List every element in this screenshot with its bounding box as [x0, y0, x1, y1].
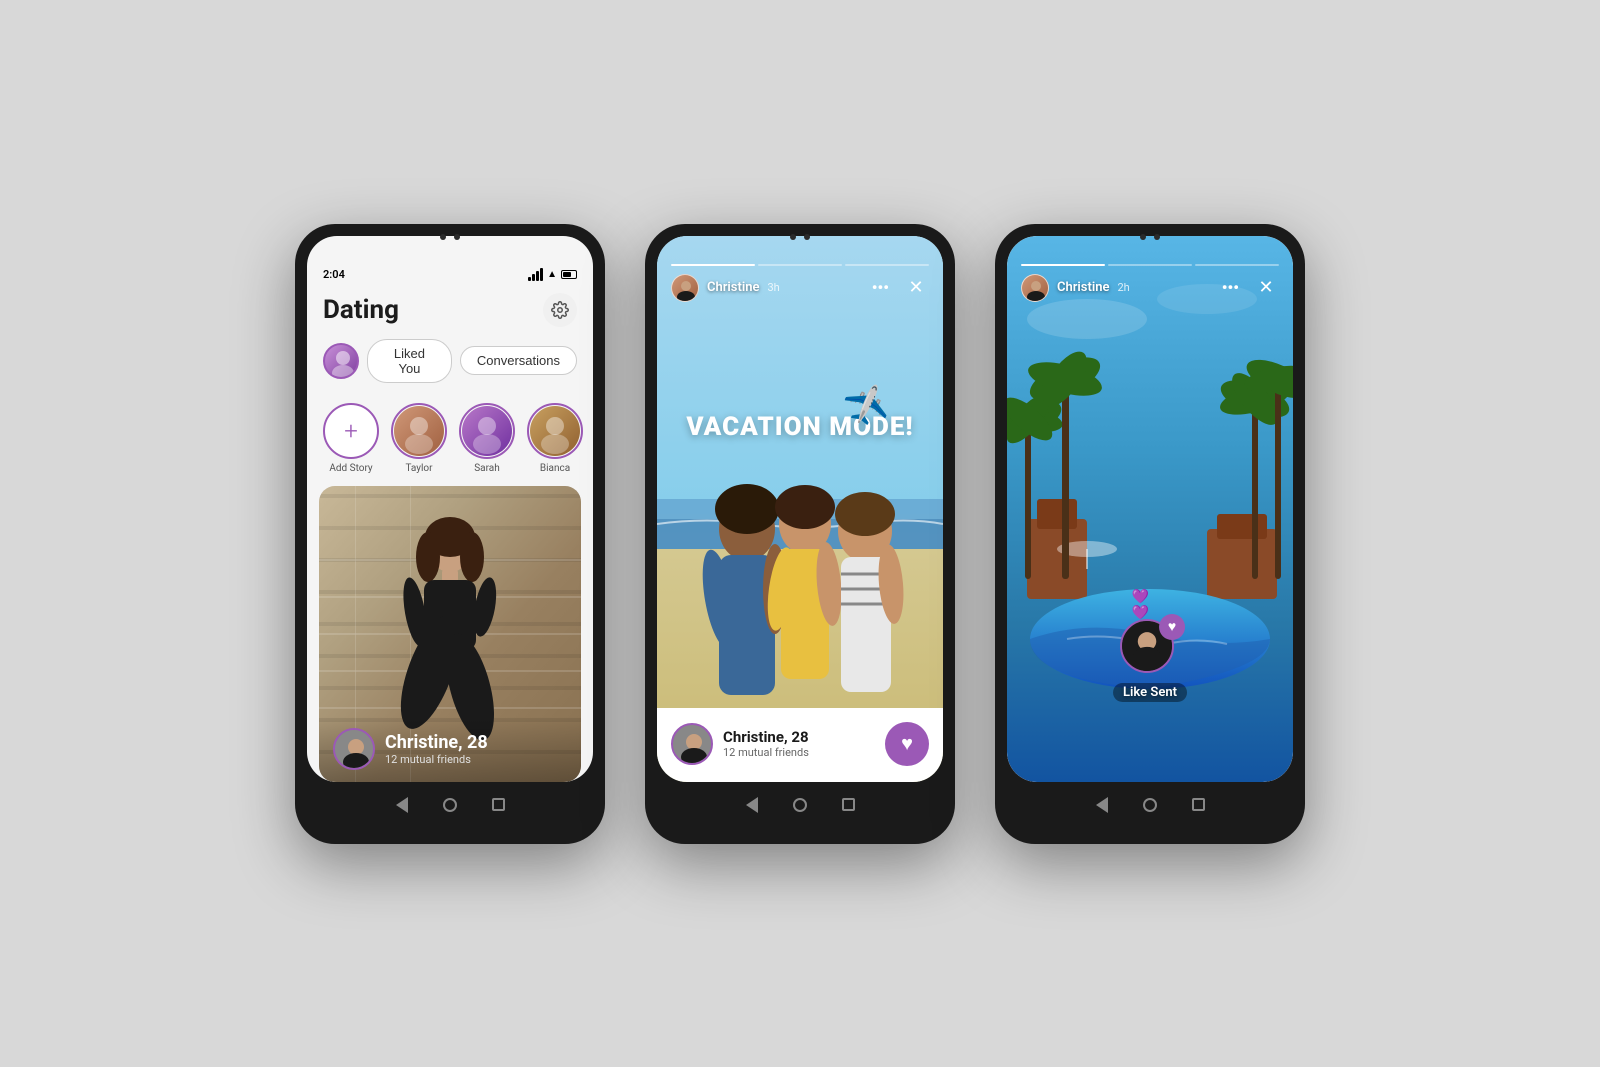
story-avatar-img: [394, 406, 444, 456]
dating-app-screen: 2:04 ▲ Dating: [307, 236, 593, 782]
phone1-bottom-nav: [307, 782, 593, 832]
progress-bar-pending-3: [1195, 264, 1279, 266]
profile-card[interactable]: Christine, 28 12 mutual friends: [319, 486, 581, 782]
add-story-circle[interactable]: +: [323, 403, 379, 459]
dating-title: Dating: [323, 295, 399, 325]
home-button-2[interactable]: [791, 796, 809, 814]
story-item-sarah[interactable]: Sarah: [459, 403, 515, 474]
progress-bar-done-3: [1021, 264, 1105, 266]
phone-1: 2:04 ▲ Dating: [295, 224, 605, 844]
like-button-2[interactable]: ♥: [885, 722, 929, 766]
story-top-bar-3: Christine 2h ••• ✕: [1007, 236, 1293, 272]
story-time-3: 2h: [1118, 281, 1130, 294]
filter-row: Liked You Conversations: [307, 335, 593, 395]
progress-bars-3: Christine 2h ••• ✕: [1021, 264, 1279, 302]
phone2-screen: Christine 3h ••• ✕ VACATION MODE! ✈️: [657, 236, 943, 782]
add-story-item[interactable]: + Add Story: [323, 403, 379, 474]
profile-mutual: 12 mutual friends: [385, 753, 488, 766]
profile-name-2: Christine, 28: [723, 728, 809, 746]
wifi-icon: ▲: [547, 269, 557, 280]
recents-button-2[interactable]: [839, 796, 857, 814]
story-username-2: Christine: [707, 280, 760, 295]
story-menu-button[interactable]: •••: [866, 278, 895, 297]
progress-bars: Christine 3h ••• ✕: [671, 264, 929, 302]
progress-bar-pending-3: [1108, 264, 1192, 266]
story-avatar-3: [1021, 274, 1049, 302]
conversations-button[interactable]: Conversations: [460, 346, 577, 375]
like-sent-heart-badge: ♥: [1159, 614, 1185, 640]
liked-you-avatar[interactable]: [323, 343, 359, 379]
story-screen-3: Christine 2h ••• ✕ 💜 💜: [1007, 236, 1293, 782]
profile-mini-avatar: [333, 728, 375, 770]
progress-bar-done: [671, 264, 755, 266]
story-avatar-2: [671, 274, 699, 302]
like-sent-overlay: 💜 💜 ♥ Like Sent: [1113, 619, 1187, 702]
story-bottom-card-2: Christine, 28 12 mutual friends ♥: [657, 708, 943, 782]
profile-mini-avatar-2: [671, 723, 713, 765]
story-close-button-3[interactable]: ✕: [1253, 275, 1279, 301]
story-item-taylor[interactable]: Taylor: [391, 403, 447, 474]
story-menu-button-3[interactable]: •••: [1216, 278, 1245, 297]
story-avatar-img-bianca: [530, 406, 580, 456]
like-sent-label: Like Sent: [1113, 683, 1187, 702]
home-button[interactable]: [441, 796, 459, 814]
profile-text: Christine, 28 12 mutual friends: [385, 732, 488, 766]
story-label-sarah: Sarah: [474, 463, 500, 474]
story-time-2: 3h: [768, 281, 780, 294]
recents-button-3[interactable]: [1189, 796, 1207, 814]
like-sent-avatar-wrap: ♥: [1120, 619, 1180, 679]
camera-dot: [440, 234, 446, 240]
profile-mutual-2: 12 mutual friends: [723, 746, 809, 759]
phone-camera-1: [440, 234, 460, 240]
camera-dot: [454, 234, 460, 240]
phone-2: Christine 3h ••• ✕ VACATION MODE! ✈️: [645, 224, 955, 844]
status-icons: ▲: [528, 268, 577, 281]
dating-header: Dating: [307, 281, 593, 335]
story-avatar-ring-bianca: [527, 403, 583, 459]
back-button-2[interactable]: [743, 796, 761, 814]
recents-button[interactable]: [489, 796, 507, 814]
heart-icon: ♥: [901, 731, 913, 756]
story-avatar-img-sarah: [462, 406, 512, 456]
phone2-bottom-nav: [657, 782, 943, 832]
stories-row: + Add Story Taylor: [307, 395, 593, 486]
story-close-button[interactable]: ✕: [903, 275, 929, 301]
settings-button[interactable]: [543, 293, 577, 327]
liked-you-button[interactable]: Liked You: [367, 339, 452, 383]
progress-bar-pending: [845, 264, 929, 266]
story-top-bar-2: Christine 3h ••• ✕: [657, 236, 943, 272]
phone3-screen: Christine 2h ••• ✕ 💜 💜: [1007, 236, 1293, 782]
profile-info-bar: Christine, 28 12 mutual friends: [319, 716, 581, 782]
progress-bar-pending: [758, 264, 842, 266]
phone1-screen: 2:04 ▲ Dating: [307, 236, 593, 782]
story-avatar-ring: [391, 403, 447, 459]
home-button-3[interactable]: [1141, 796, 1159, 814]
story-avatar-ring-sarah: [459, 403, 515, 459]
add-story-label: Add Story: [329, 463, 372, 474]
story-label-taylor: Taylor: [405, 463, 432, 474]
back-button-3[interactable]: [1093, 796, 1111, 814]
status-bar: 2:04 ▲: [307, 264, 593, 281]
story-background-beach: [657, 236, 943, 782]
story-item-bianca[interactable]: Bianca: [527, 403, 583, 474]
story-label-bianca: Bianca: [540, 463, 570, 474]
back-button[interactable]: [393, 796, 411, 814]
signal-icon: [528, 268, 543, 281]
phone-3: Christine 2h ••• ✕ 💜 💜: [995, 224, 1305, 844]
battery-icon: [561, 270, 577, 279]
phone3-bottom-nav: [1007, 782, 1293, 832]
story-screen-2: Christine 3h ••• ✕ VACATION MODE! ✈️: [657, 236, 943, 782]
profile-name: Christine, 28: [385, 732, 488, 753]
story-username-3: Christine: [1057, 280, 1110, 295]
status-time: 2:04: [323, 268, 345, 281]
profile-text-2: Christine, 28 12 mutual friends: [723, 728, 809, 759]
